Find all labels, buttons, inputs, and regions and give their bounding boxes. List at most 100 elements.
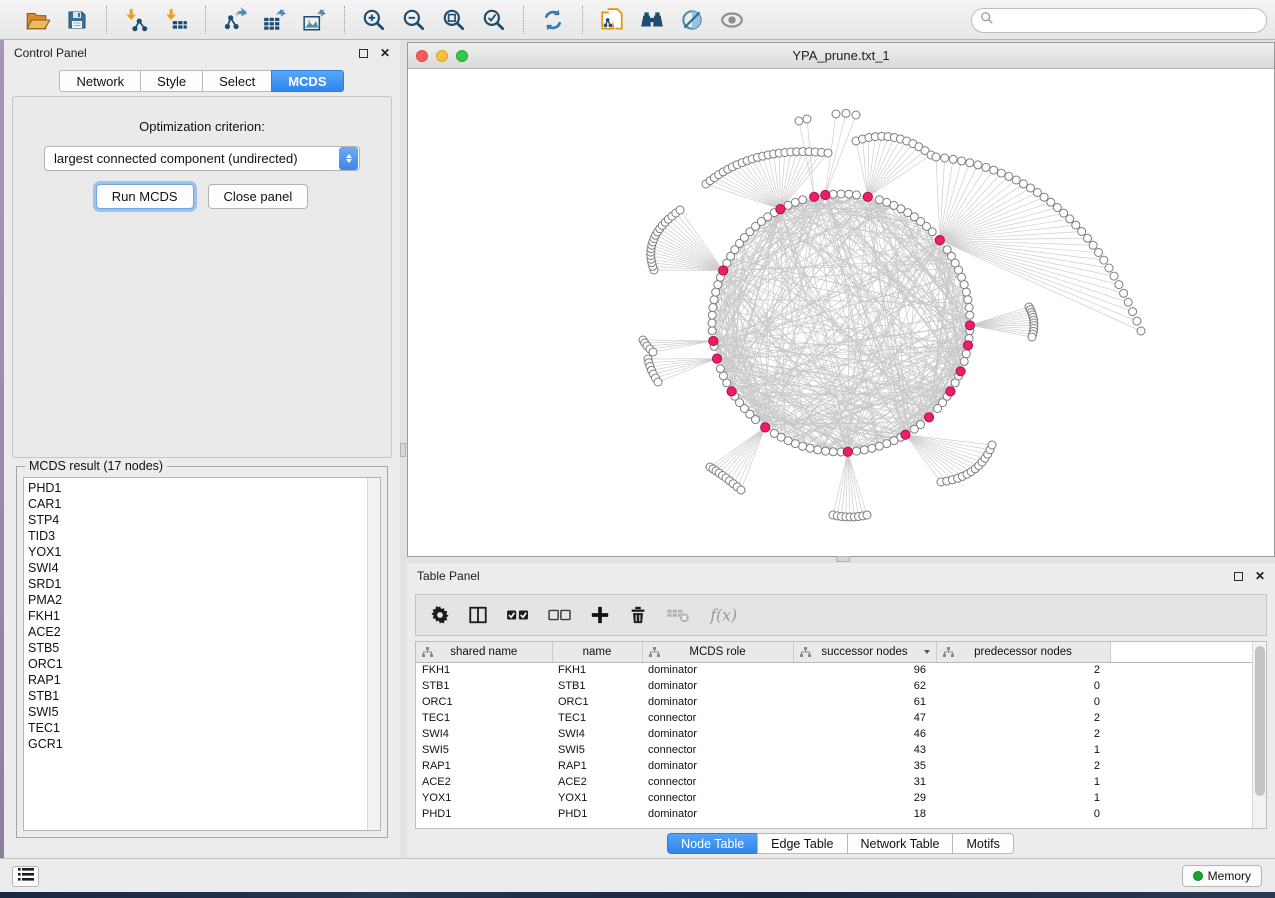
cell-predecessor_nodes[interactable]: 0 (936, 694, 1110, 710)
cell-predecessor_nodes[interactable]: 2 (936, 726, 1110, 742)
cell-shared_name[interactable]: YOX1 (416, 790, 552, 806)
cell-successor_nodes[interactable]: 18 (793, 806, 936, 822)
node-table-grid[interactable]: shared namenameMCDS rolesuccessor nodesp… (416, 642, 1252, 822)
cell-mcds_role[interactable]: dominator (642, 758, 793, 774)
cell-successor_nodes[interactable]: 35 (793, 758, 936, 774)
cell-predecessor_nodes[interactable]: 0 (936, 678, 1110, 694)
zoom-selected-button[interactable] (479, 5, 509, 35)
tab-mcds[interactable]: MCDS (271, 70, 343, 92)
save-session-button[interactable] (62, 5, 92, 35)
mcds-hub-node[interactable] (901, 430, 910, 439)
tab-motifs[interactable]: Motifs (952, 833, 1013, 854)
mcds-result-item[interactable]: TID3 (28, 528, 367, 544)
table-options-gear-icon[interactable] (430, 605, 450, 625)
table-row[interactable]: STB1STB1dominator620 (416, 678, 1252, 694)
cell-name[interactable]: STB1 (552, 678, 642, 694)
tab-select[interactable]: Select (202, 70, 272, 92)
show-columns-icon[interactable] (468, 605, 488, 625)
table-row[interactable]: SWI5SWI5connector431 (416, 742, 1252, 758)
column-header-successor-nodes[interactable]: successor nodes (793, 642, 936, 662)
zoom-fit-button[interactable] (439, 5, 469, 35)
run-mcds-button[interactable]: Run MCDS (96, 184, 194, 209)
panel-menu-button[interactable] (12, 866, 39, 887)
open-file-button[interactable] (22, 5, 52, 35)
cell-shared_name[interactable]: PHD1 (416, 806, 552, 822)
float-panel-icon[interactable] (1234, 572, 1243, 581)
cell-name[interactable]: ACE2 (552, 774, 642, 790)
cell-mcds_role[interactable]: connector (642, 710, 793, 726)
table-row[interactable]: TEC1TEC1connector472 (416, 710, 1252, 726)
cell-mcds_role[interactable]: dominator (642, 726, 793, 742)
cell-predecessor_nodes[interactable]: 1 (936, 774, 1110, 790)
mcds-hub-node[interactable] (712, 354, 721, 363)
mcds-hub-node[interactable] (810, 192, 819, 201)
table-row[interactable]: ACE2ACE2connector311 (416, 774, 1252, 790)
add-column-icon[interactable] (590, 605, 610, 625)
close-window-icon[interactable] (416, 50, 428, 62)
cell-predecessor_nodes[interactable]: 2 (936, 662, 1110, 678)
cell-shared_name[interactable]: FKH1 (416, 662, 552, 678)
mcds-result-item[interactable]: ORC1 (28, 656, 367, 672)
mcds-hub-node[interactable] (776, 205, 785, 214)
column-header-name[interactable]: name (552, 642, 642, 662)
mcds-result-item[interactable]: STB1 (28, 688, 367, 704)
cell-predecessor_nodes[interactable]: 2 (936, 758, 1110, 774)
cell-name[interactable]: TEC1 (552, 710, 642, 726)
close-panel-icon[interactable]: ✕ (1255, 570, 1265, 582)
table-row[interactable]: YOX1YOX1connector291 (416, 790, 1252, 806)
cell-successor_nodes[interactable]: 61 (793, 694, 936, 710)
cell-predecessor_nodes[interactable]: 1 (936, 790, 1110, 806)
cell-mcds_role[interactable]: dominator (642, 678, 793, 694)
minimize-window-icon[interactable] (436, 50, 448, 62)
mcds-result-item[interactable]: SWI5 (28, 704, 367, 720)
mcds-result-item[interactable]: PMA2 (28, 592, 367, 608)
search-network-button[interactable] (637, 5, 667, 35)
cell-shared_name[interactable]: ACE2 (416, 774, 552, 790)
tab-style[interactable]: Style (140, 70, 203, 92)
cell-shared_name[interactable]: STB1 (416, 678, 552, 694)
zoom-out-button[interactable] (399, 5, 429, 35)
cell-mcds_role[interactable]: dominator (642, 806, 793, 822)
cell-successor_nodes[interactable]: 29 (793, 790, 936, 806)
mcds-list-scrollbar[interactable] (367, 478, 380, 830)
cell-successor_nodes[interactable]: 47 (793, 710, 936, 726)
cell-name[interactable]: PHD1 (552, 806, 642, 822)
zoom-in-button[interactable] (359, 5, 389, 35)
network-window-titlebar[interactable]: YPA_prune.txt_1 (408, 43, 1274, 69)
mcds-result-item[interactable]: FKH1 (28, 608, 367, 624)
cell-shared_name[interactable]: TEC1 (416, 710, 552, 726)
mcds-result-item[interactable]: GCR1 (28, 736, 367, 752)
cell-successor_nodes[interactable]: 46 (793, 726, 936, 742)
mcds-result-item[interactable]: STP4 (28, 512, 367, 528)
delete-column-icon[interactable] (628, 605, 648, 625)
cell-predecessor_nodes[interactable]: 1 (936, 742, 1110, 758)
toggle-details-button[interactable] (677, 5, 707, 35)
export-image-button[interactable] (300, 5, 330, 35)
cell-mcds_role[interactable]: connector (642, 790, 793, 806)
cell-name[interactable]: RAP1 (552, 758, 642, 774)
mcds-hub-node[interactable] (935, 236, 944, 245)
search-input[interactable] (994, 14, 1266, 28)
vertical-splitter-handle[interactable] (400, 443, 406, 457)
close-panel-button[interactable]: Close panel (208, 184, 309, 209)
tab-node-table[interactable]: Node Table (667, 833, 758, 854)
cell-shared_name[interactable]: SWI5 (416, 742, 552, 758)
table-row[interactable]: FKH1FKH1dominator962 (416, 662, 1252, 678)
apply-layout-button[interactable] (538, 5, 568, 35)
mcds-hub-node[interactable] (761, 423, 770, 432)
tab-network[interactable]: Network (59, 70, 141, 92)
maximize-window-icon[interactable] (456, 50, 468, 62)
mcds-result-item[interactable]: STB5 (28, 640, 367, 656)
cell-predecessor_nodes[interactable]: 2 (936, 710, 1110, 726)
mcds-hub-node[interactable] (709, 336, 718, 345)
mcds-hub-node[interactable] (956, 367, 965, 376)
mcds-result-item[interactable]: TEC1 (28, 720, 367, 736)
mcds-hub-node[interactable] (963, 341, 972, 350)
memory-button[interactable]: Memory (1182, 865, 1262, 887)
cell-name[interactable]: FKH1 (552, 662, 642, 678)
table-row[interactable]: ORC1ORC1dominator610 (416, 694, 1252, 710)
clone-network-button[interactable] (597, 5, 627, 35)
float-panel-icon[interactable] (359, 49, 368, 58)
mcds-hub-node[interactable] (863, 192, 872, 201)
mcds-hub-node[interactable] (719, 266, 728, 275)
